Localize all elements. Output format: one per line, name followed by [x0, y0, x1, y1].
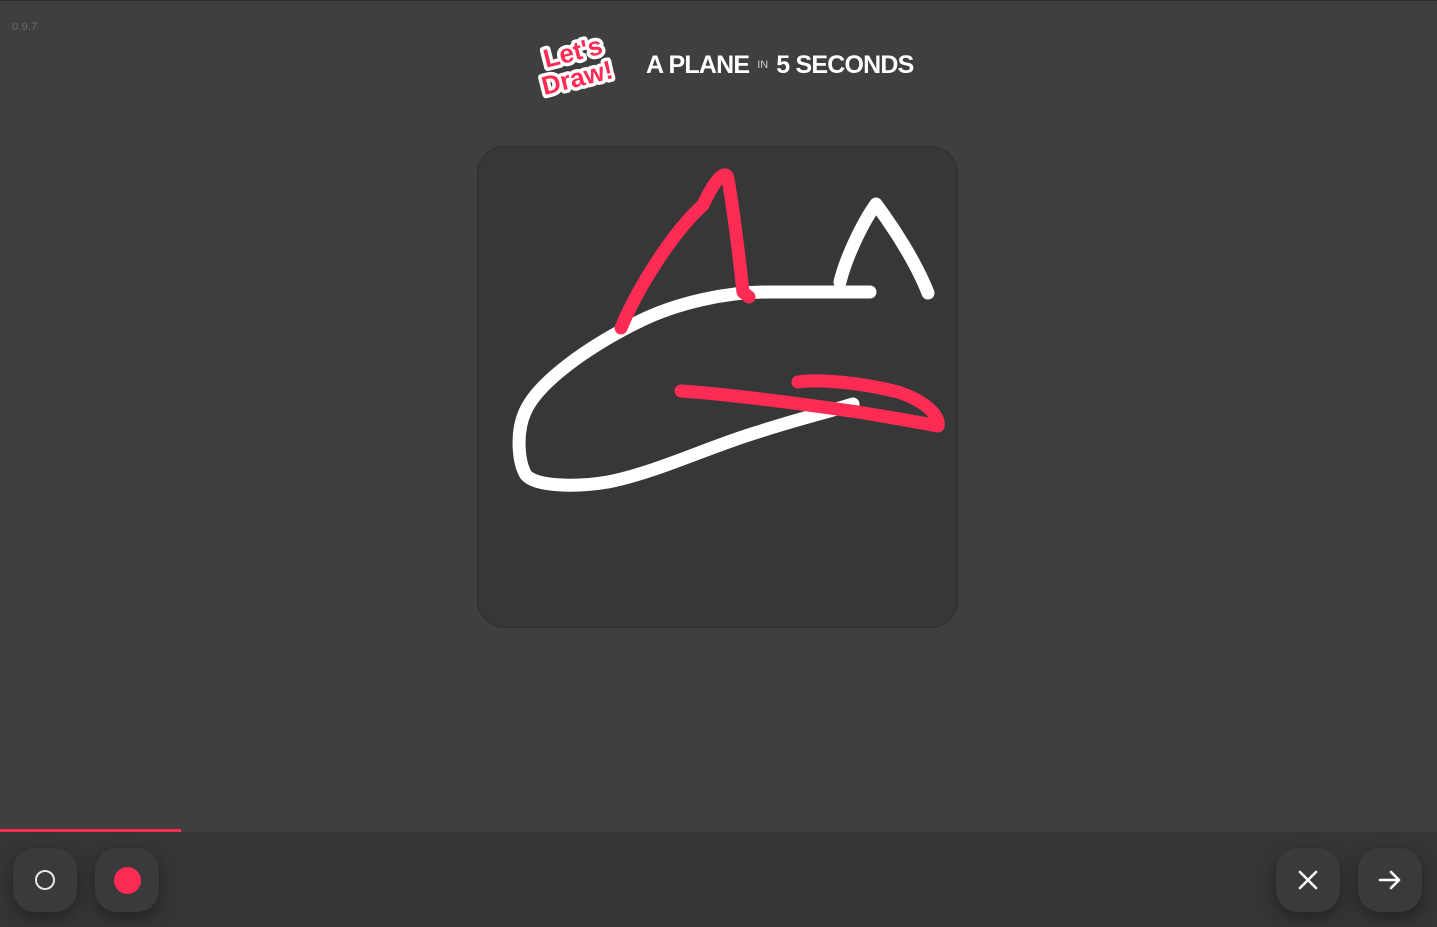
drawing-canvas[interactable]: [477, 146, 958, 628]
header: Let's Draw! A PLANE IN 5 SECONDS: [520, 27, 914, 103]
white-stroke-tail: [833, 197, 935, 300]
filled-circle-icon: [113, 866, 141, 894]
version-label: 0.9.7: [12, 21, 38, 33]
hollow-circle-icon: [35, 870, 55, 890]
prompt-duration: 5 SECONDS: [776, 50, 914, 79]
close-icon: [1298, 870, 1318, 890]
prompt-connector: IN: [757, 58, 769, 71]
toolbar: [0, 832, 1437, 927]
prompt-title: A PLANE IN 5 SECONDS: [646, 51, 914, 80]
drawing-strokes: [512, 168, 945, 492]
next-button[interactable]: [1358, 848, 1422, 912]
lets-draw-logo: Let's Draw!: [520, 27, 628, 103]
prompt-subject: A PLANE: [646, 50, 750, 79]
clear-button[interactable]: [1276, 848, 1340, 912]
white-ink-button[interactable]: [13, 848, 77, 912]
arrow-right-icon: [1378, 870, 1401, 890]
app-window: 0.9.7 Let's Draw! A PLANE IN 5 SECONDS: [0, 0, 1437, 927]
red-ink-button[interactable]: [95, 848, 159, 912]
